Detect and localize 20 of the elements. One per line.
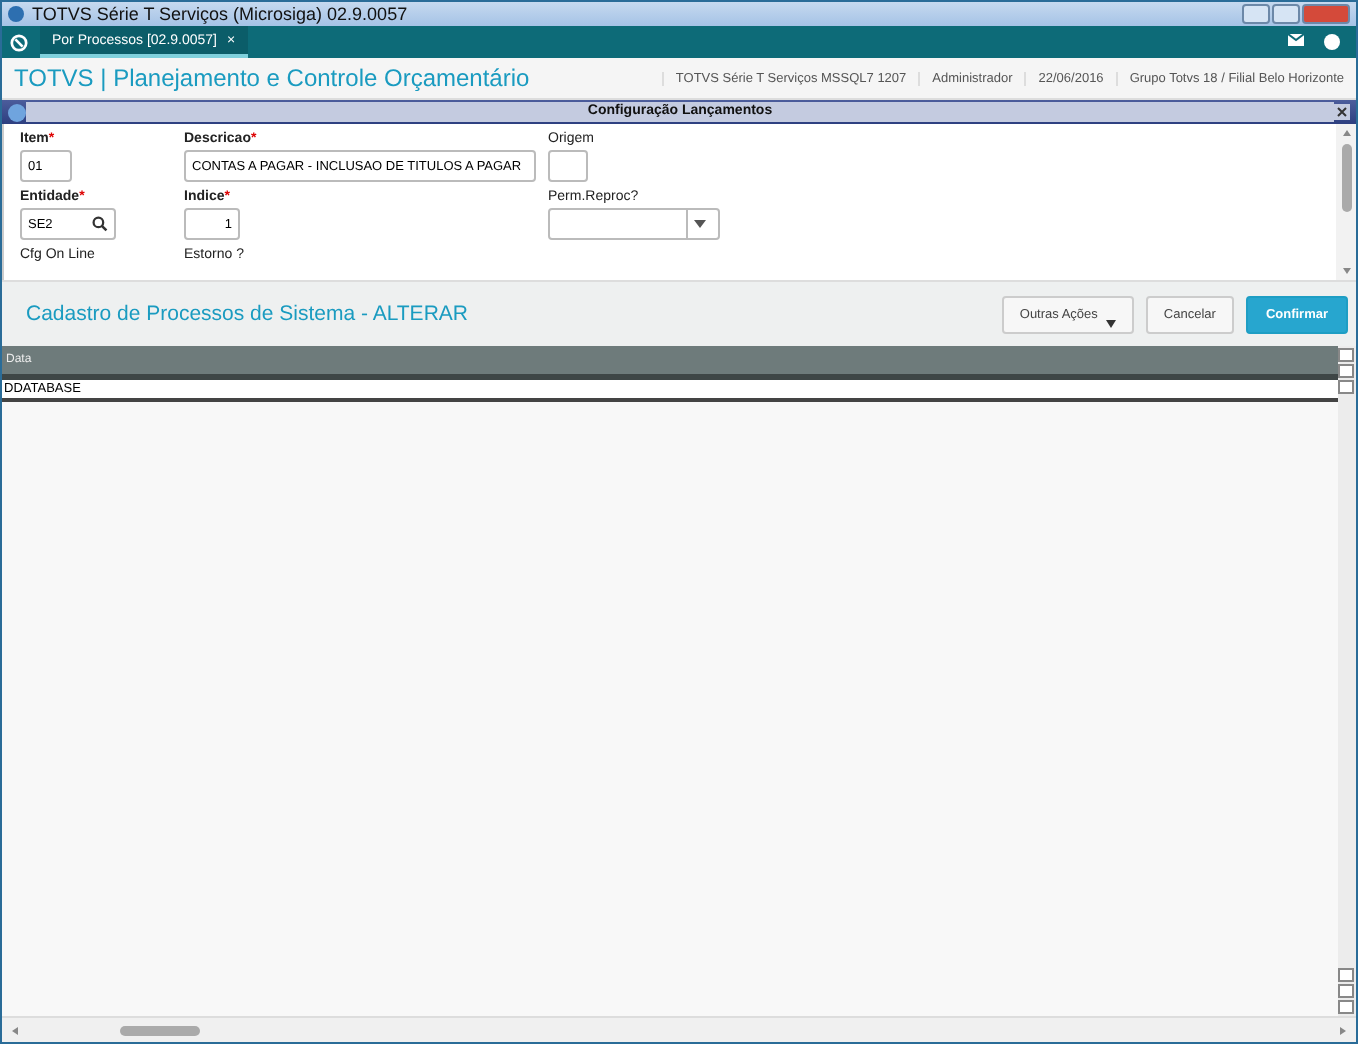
scroll-left-icon[interactable] <box>10 1025 20 1035</box>
maximize-button[interactable] <box>1272 4 1300 24</box>
page-title: Cadastro de Processos de Sistema - ALTERAR <box>26 302 470 326</box>
mail-icon[interactable] <box>1288 34 1304 46</box>
scroll-right-icon[interactable] <box>1338 1025 1348 1035</box>
scroll-up-icon[interactable] <box>1341 128 1351 138</box>
horizontal-scrollbar[interactable] <box>2 1016 1356 1042</box>
search-icon[interactable] <box>92 216 108 232</box>
minimize-button[interactable] <box>1242 4 1270 24</box>
dropdown-field[interactable] <box>548 208 720 240</box>
caret-icon <box>1105 319 1116 327</box>
window-title: TOTVS Série T Serviços (Microsiga) 02.9.0057 <box>32 4 408 24</box>
app-title: TOTVS | Planejamento e Controle Orçamentário <box>14 64 530 92</box>
scroll-down-icon[interactable] <box>1341 266 1351 276</box>
close-icon[interactable] <box>1334 104 1350 120</box>
scrollbar[interactable] <box>1338 346 1356 1016</box>
menu-circle-icon[interactable] <box>10 33 28 51</box>
caret-icon <box>694 220 706 228</box>
scrollbar[interactable] <box>1336 124 1356 280</box>
input-field[interactable] <box>548 150 588 182</box>
